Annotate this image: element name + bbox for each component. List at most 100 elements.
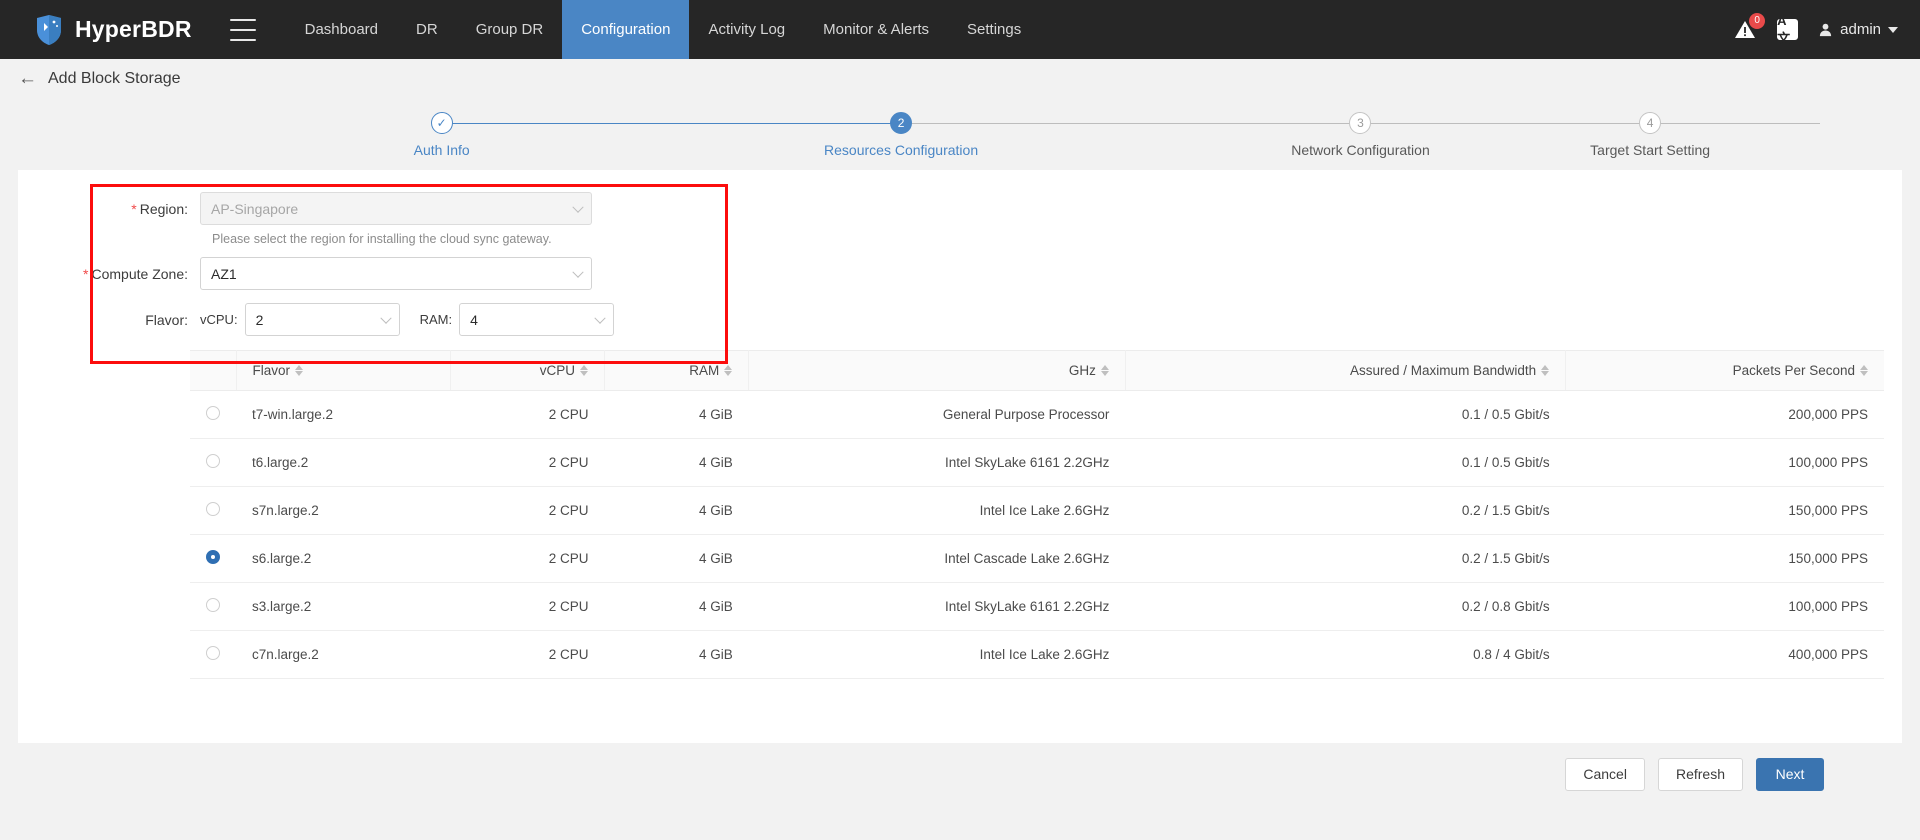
alert-bell-button[interactable]: 0 bbox=[1733, 12, 1766, 42]
cell-pps: 100,000 PPS bbox=[1565, 582, 1884, 631]
sort-icon[interactable] bbox=[295, 365, 304, 376]
ram-select[interactable]: 4 bbox=[459, 303, 615, 336]
vcpu-select[interactable]: 2 bbox=[244, 303, 400, 336]
step-resources-configuration[interactable]: 2 Resources Configuration bbox=[671, 112, 1361, 158]
flavor-radio[interactable] bbox=[206, 454, 220, 468]
step-label-3: Network Configuration bbox=[1291, 142, 1430, 158]
required-asterisk: * bbox=[83, 265, 89, 282]
user-name: admin bbox=[1840, 21, 1881, 38]
cancel-button[interactable]: Cancel bbox=[1565, 757, 1645, 791]
region-field-row: * Region: AP-Singapore bbox=[18, 192, 1902, 225]
sort-icon[interactable] bbox=[1100, 365, 1109, 376]
cell-flavor: s3.large.2 bbox=[236, 582, 451, 631]
step-label-4: Target Start Setting bbox=[1590, 142, 1711, 158]
nav-item-configuration[interactable]: Configuration bbox=[562, 0, 690, 59]
step-auth-info[interactable]: ✓ Auth Info bbox=[212, 112, 902, 158]
th-flavor[interactable]: Flavor bbox=[236, 350, 451, 391]
step-connector-2 bbox=[901, 123, 1361, 124]
step-connector-3 bbox=[1360, 123, 1820, 124]
region-label: * Region: bbox=[131, 200, 188, 217]
sort-icon[interactable] bbox=[1541, 365, 1550, 376]
brand-name: HyperBDR bbox=[75, 16, 192, 42]
th-ram[interactable]: RAM bbox=[604, 350, 750, 391]
table-row[interactable]: t6.large.2 2 CPU 4 GiB Intel SkyLake 616… bbox=[190, 438, 1884, 487]
table-row[interactable]: s6.large.2 2 CPU 4 GiB Intel Cascade Lak… bbox=[190, 534, 1884, 583]
chevron-down-icon bbox=[572, 201, 584, 213]
th-pps[interactable]: Packets Per Second bbox=[1565, 350, 1884, 391]
flavor-radio-selected[interactable] bbox=[206, 550, 220, 564]
cell-pps: 150,000 PPS bbox=[1565, 534, 1884, 583]
step-network-configuration[interactable]: 3 Network Configuration bbox=[1131, 112, 1820, 158]
table-header-row: Flavor vCPU RAM GHz Assured / Maximum Ba… bbox=[190, 350, 1884, 391]
chevron-down-icon bbox=[379, 312, 392, 324]
compute-zone-label: * Compute Zone: bbox=[83, 265, 188, 282]
step-label-1: Auth Info bbox=[413, 142, 470, 158]
cell-flavor: s6.large.2 bbox=[236, 534, 451, 583]
row-select-cell[interactable] bbox=[190, 582, 236, 631]
cell-bandwidth: 0.8 / 4 Gbit/s bbox=[1125, 630, 1566, 679]
language-switch-icon[interactable]: A文 bbox=[1777, 13, 1799, 46]
vcpu-selected-value: 2 bbox=[255, 311, 264, 328]
sort-icon[interactable] bbox=[724, 365, 733, 376]
step-label-2: Resources Configuration bbox=[824, 142, 979, 158]
nav-item-settings[interactable]: Settings bbox=[948, 0, 1040, 59]
user-menu[interactable]: admin bbox=[1818, 21, 1898, 38]
flavor-radio[interactable] bbox=[206, 502, 220, 516]
flavor-table-wrapper: Flavor vCPU RAM GHz Assured / Maximum Ba… bbox=[190, 350, 1884, 679]
nav-item-dashboard[interactable]: Dashboard bbox=[286, 0, 397, 59]
cell-ghz: General Purpose Processor bbox=[748, 390, 1126, 439]
flavor-field-row: Flavor: vCPU: 2 RAM: 4 bbox=[18, 303, 1902, 336]
cell-ram: 4 GiB bbox=[604, 390, 749, 439]
cell-flavor: c7n.large.2 bbox=[236, 630, 451, 679]
sort-icon[interactable] bbox=[580, 365, 589, 376]
row-select-cell[interactable] bbox=[190, 630, 236, 679]
row-select-cell[interactable] bbox=[190, 486, 236, 535]
cell-pps: 150,000 PPS bbox=[1565, 486, 1884, 535]
cell-bandwidth: 0.1 / 0.5 Gbit/s bbox=[1125, 438, 1566, 487]
wizard-footer: Cancel Refresh Next bbox=[18, 743, 1902, 805]
cell-flavor: t7-win.large.2 bbox=[236, 390, 451, 439]
cell-flavor: s7n.large.2 bbox=[236, 486, 451, 535]
table-row[interactable]: c7n.large.2 2 CPU 4 GiB Intel Ice Lake 2… bbox=[190, 630, 1884, 679]
th-bandwidth[interactable]: Assured / Maximum Bandwidth bbox=[1125, 350, 1567, 391]
cell-ram: 4 GiB bbox=[604, 534, 749, 583]
flavor-table: Flavor vCPU RAM GHz Assured / Maximum Ba… bbox=[190, 350, 1884, 679]
table-row[interactable]: s3.large.2 2 CPU 4 GiB Intel SkyLake 616… bbox=[190, 582, 1884, 631]
flavor-radio[interactable] bbox=[206, 406, 220, 420]
flavor-selectors: vCPU: 2 RAM: 4 bbox=[200, 303, 615, 336]
next-button[interactable]: Next bbox=[1756, 757, 1824, 791]
chevron-down-icon bbox=[594, 312, 606, 324]
back-arrow-icon[interactable]: ← bbox=[18, 69, 37, 88]
cell-ghz: Intel SkyLake 6161 2.2GHz bbox=[748, 582, 1126, 631]
row-select-cell[interactable] bbox=[190, 534, 236, 583]
wizard-steps: ✓ Auth Info 2 Resources Configuration 3 … bbox=[212, 112, 1820, 158]
nav-item-dr[interactable]: DR bbox=[397, 0, 457, 59]
ram-label: RAM: bbox=[419, 312, 453, 327]
th-vcpu[interactable]: vCPU bbox=[450, 350, 606, 391]
step-circle-3: 3 bbox=[1349, 112, 1372, 134]
brand-logo[interactable]: HyperBDR bbox=[34, 14, 192, 46]
cell-pps: 400,000 PPS bbox=[1565, 630, 1884, 679]
cell-bandwidth: 0.2 / 1.5 Gbit/s bbox=[1125, 486, 1566, 535]
nav-item-group-dr[interactable]: Group DR bbox=[457, 0, 563, 59]
th-ghz[interactable]: GHz bbox=[748, 350, 1126, 391]
row-select-cell[interactable] bbox=[190, 390, 236, 439]
flavor-radio[interactable] bbox=[206, 646, 220, 660]
region-select[interactable]: AP-Singapore bbox=[200, 192, 592, 225]
row-select-cell[interactable] bbox=[190, 438, 236, 487]
table-row[interactable]: t7-win.large.2 2 CPU 4 GiB General Purpo… bbox=[190, 390, 1884, 439]
step-circle-4: 4 bbox=[1639, 112, 1662, 134]
hamburger-menu-icon[interactable] bbox=[229, 18, 256, 41]
cell-bandwidth: 0.1 / 0.5 Gbit/s bbox=[1125, 390, 1566, 439]
alert-count-badge: 0 bbox=[1749, 12, 1766, 29]
compute-zone-select[interactable]: AZ1 bbox=[200, 257, 592, 290]
table-row[interactable]: s7n.large.2 2 CPU 4 GiB Intel Ice Lake 2… bbox=[190, 486, 1884, 535]
nav-item-activity-log[interactable]: Activity Log bbox=[689, 0, 804, 59]
nav-item-monitor-alerts[interactable]: Monitor & Alerts bbox=[804, 0, 948, 59]
sort-icon[interactable] bbox=[1860, 365, 1868, 376]
flavor-radio[interactable] bbox=[206, 598, 220, 612]
cell-pps: 200,000 PPS bbox=[1565, 390, 1884, 439]
refresh-button[interactable]: Refresh bbox=[1657, 757, 1743, 791]
step-target-start-setting[interactable]: 4 Target Start Setting bbox=[1590, 112, 1710, 158]
cell-vcpu: 2 CPU bbox=[450, 534, 605, 583]
